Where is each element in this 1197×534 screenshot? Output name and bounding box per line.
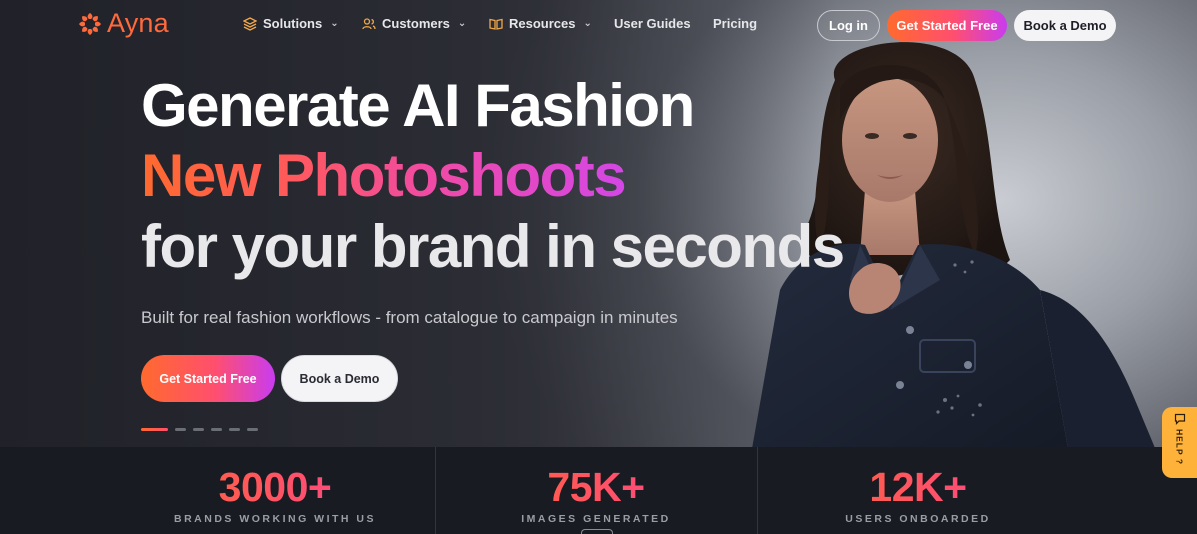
stat-images: 75K+ IMAGES GENERATED <box>441 447 751 534</box>
stat-value: 3000+ <box>120 467 430 508</box>
stat-value: 75K+ <box>441 467 751 508</box>
carousel-dot[interactable] <box>193 428 204 431</box>
nav-user-guides-label: User Guides <box>614 16 691 31</box>
nav-user-guides[interactable]: User Guides <box>614 16 691 31</box>
stat-label: BRANDS WORKING WITH US <box>174 513 376 525</box>
layers-icon <box>243 16 257 31</box>
chevron-down-icon: ⌄ <box>457 18 467 29</box>
nav-customers-label: Customers <box>382 16 450 31</box>
scroll-indicator[interactable] <box>581 529 613 534</box>
stat-brands: 3000+ BRANDS WORKING WITH US <box>120 447 430 534</box>
get-started-nav-button[interactable]: Get Started Free <box>887 10 1007 41</box>
nav-pricing-label: Pricing <box>713 16 758 31</box>
stat-users: 12K+ USERS ONBOARDED <box>763 447 1073 534</box>
stat-value: 12K+ <box>763 467 1073 508</box>
brand-logo[interactable]: Ayna <box>77 8 169 39</box>
sun-logo-icon <box>79 12 101 35</box>
help-label: HELP ? <box>1174 429 1185 466</box>
users-icon <box>362 17 376 29</box>
book-demo-button[interactable]: Book a Demo <box>281 355 398 402</box>
chevron-down-icon: ⌄ <box>330 18 339 29</box>
stat-divider <box>757 447 758 534</box>
stat-label: IMAGES GENERATED <box>521 513 671 525</box>
book-open-icon <box>489 18 503 30</box>
hero-headline-line2: New Photoshoots <box>141 142 627 209</box>
chevron-down-icon: ⌄ <box>583 18 592 29</box>
stats-bar: 3000+ BRANDS WORKING WITH US 75K+ IMAGES… <box>0 447 1197 534</box>
carousel-dot[interactable] <box>141 428 168 431</box>
hero-subtitle: Built for real fashion workflows - from … <box>141 308 678 327</box>
nav-resources-label: Resources <box>509 16 576 31</box>
brand-name: Ayna <box>107 8 169 38</box>
help-widget-tab[interactable]: HELP ? <box>1162 407 1197 478</box>
nav-solutions-label: Solutions <box>263 16 323 31</box>
nav-pricing[interactable]: Pricing <box>713 16 757 31</box>
carousel-dot[interactable] <box>211 428 222 431</box>
nav-customers[interactable]: Customers ⌄ <box>362 16 466 31</box>
book-demo-nav-button[interactable]: Book a Demo <box>1014 10 1116 41</box>
get-started-button[interactable]: Get Started Free <box>141 355 275 402</box>
nav-resources[interactable]: Resources ⌄ <box>489 16 592 31</box>
carousel-dot[interactable] <box>229 428 240 431</box>
nav-solutions[interactable]: Solutions ⌄ <box>243 16 339 31</box>
carousel-dot[interactable] <box>247 428 258 431</box>
stat-label: USERS ONBOARDED <box>845 513 991 525</box>
carousel-dot[interactable] <box>175 428 186 431</box>
chat-bubble-icon <box>1174 413 1185 425</box>
login-button[interactable]: Log in <box>817 10 880 41</box>
carousel-indicators <box>141 428 258 431</box>
hero-headline-line1: Generate AI Fashion <box>141 72 695 139</box>
top-nav: Ayna Solutions ⌄ Customers ⌄ Resources ⌄… <box>0 0 1197 50</box>
hero-headline-line3: for your brand in seconds <box>141 213 845 280</box>
stat-divider <box>435 447 436 534</box>
